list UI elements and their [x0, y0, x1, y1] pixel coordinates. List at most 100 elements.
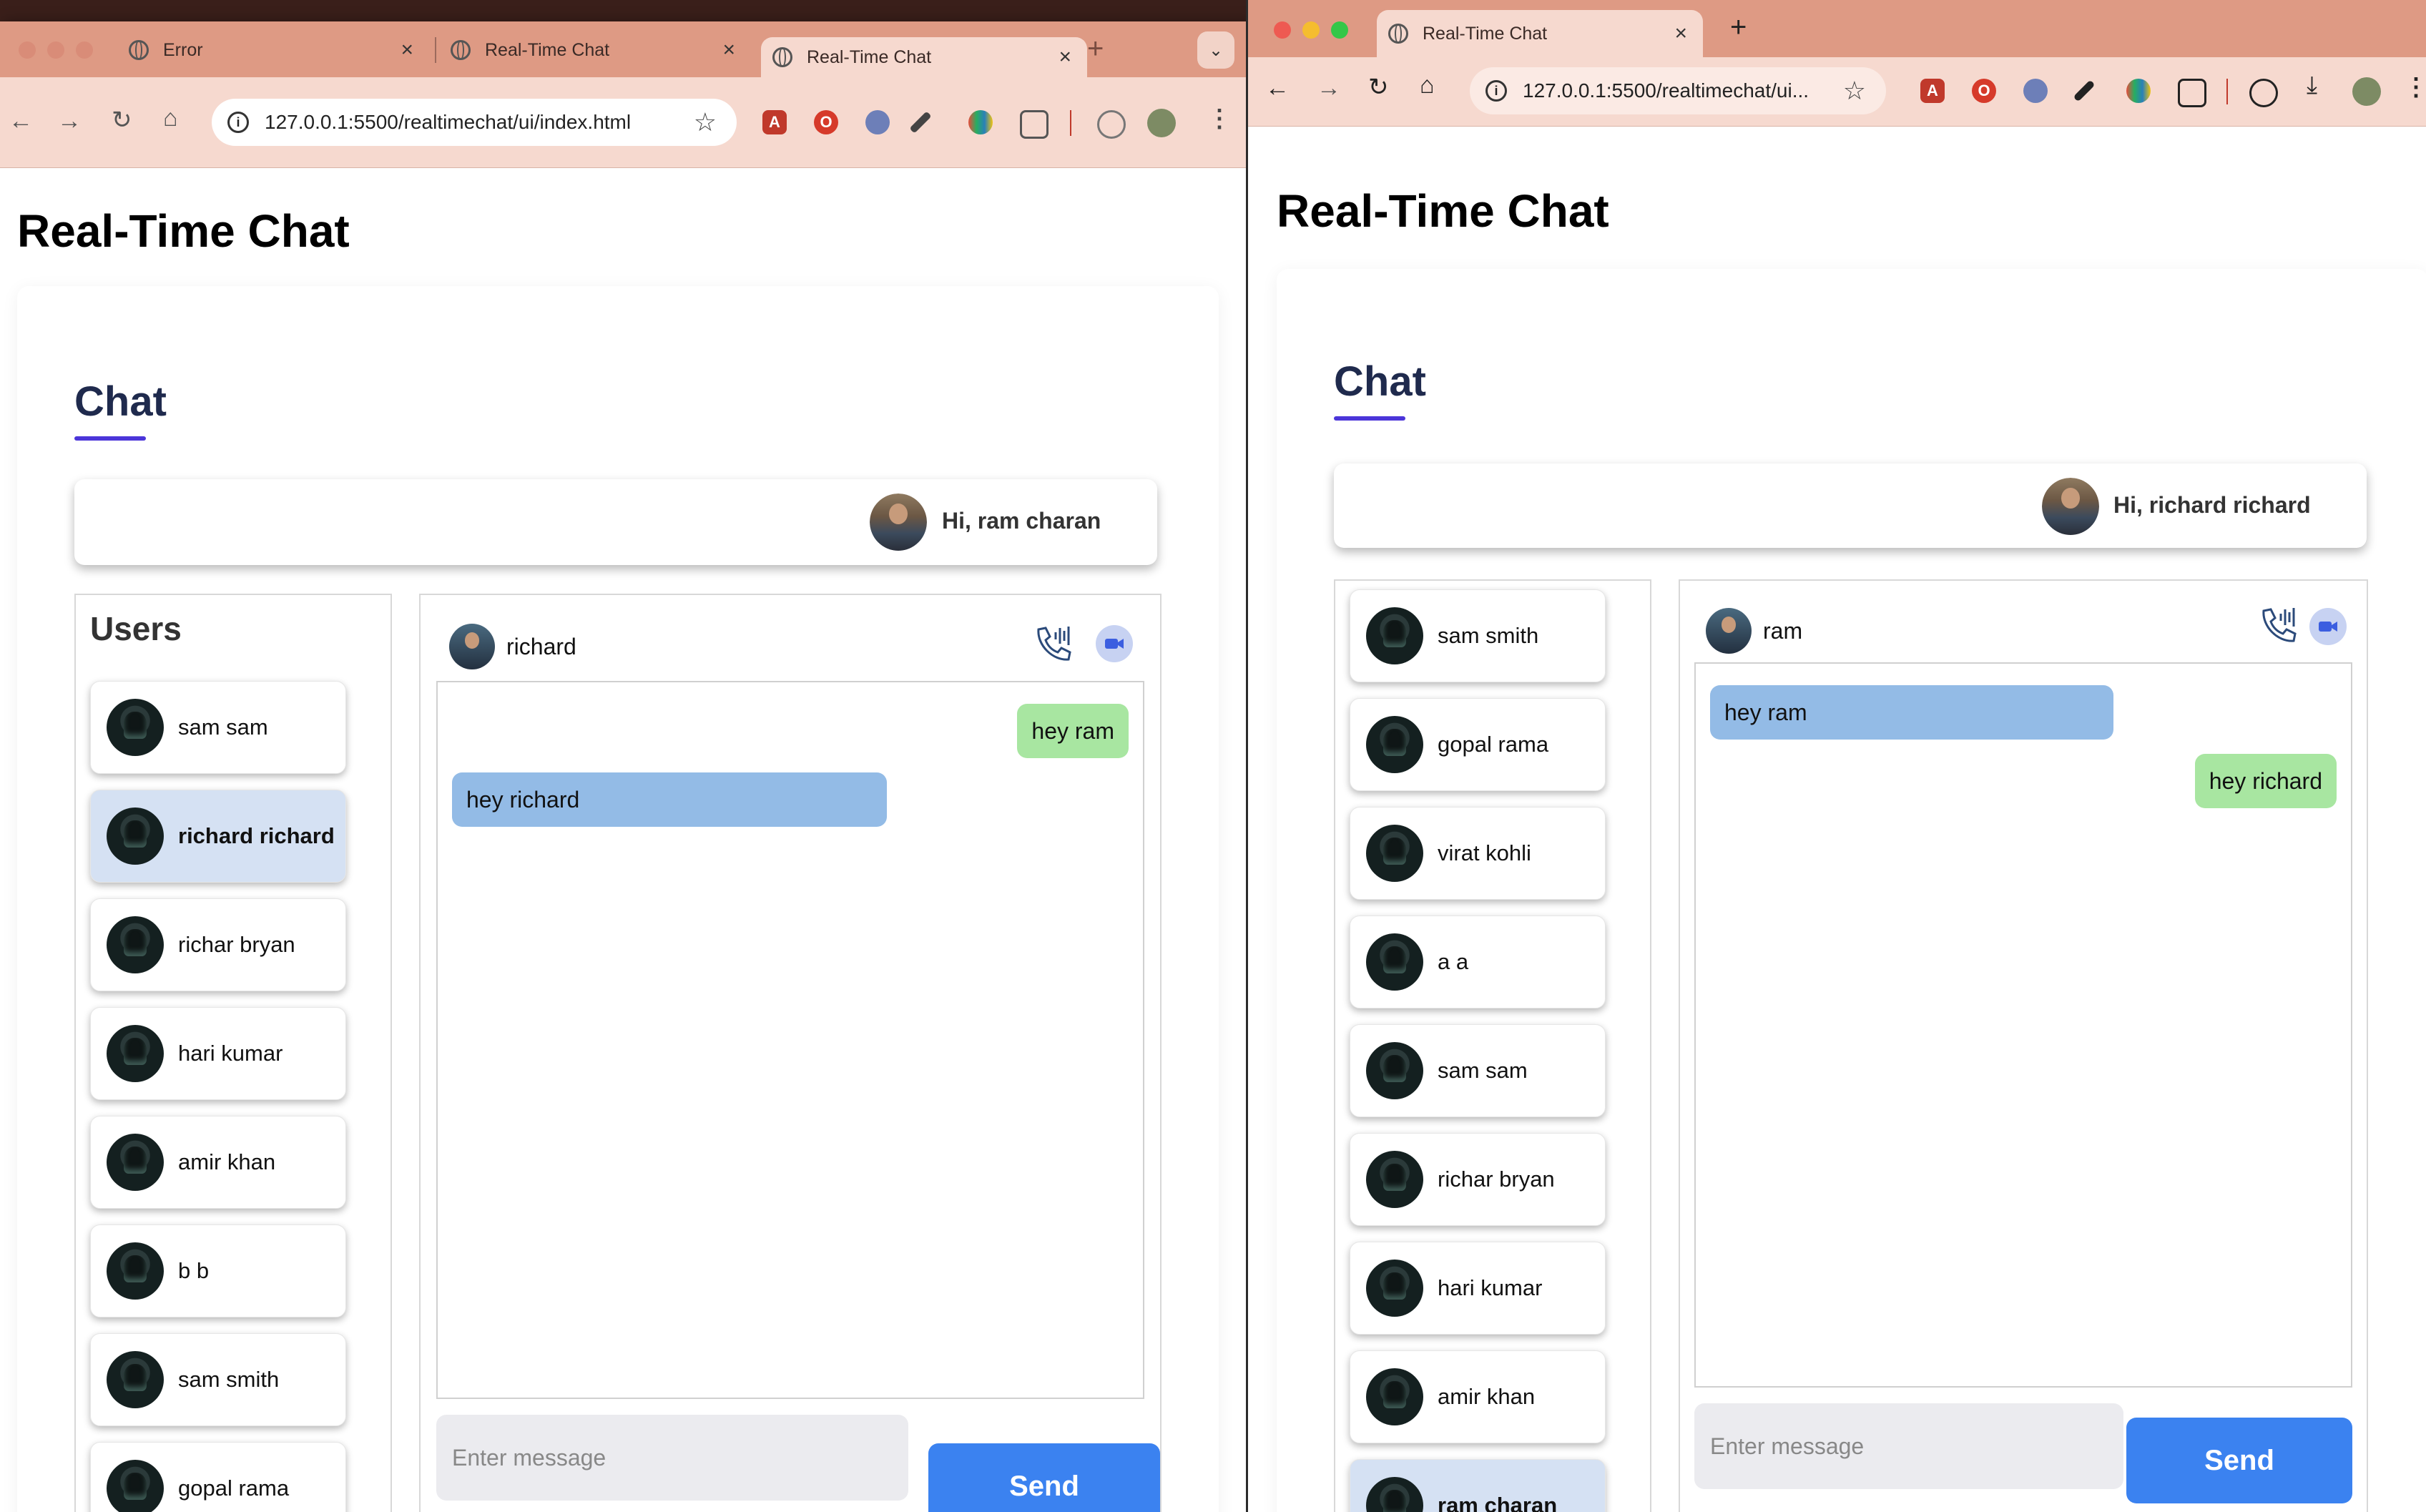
voice-call-icon[interactable] — [1031, 624, 1073, 665]
tab-real-time-chat-active[interactable]: Real-Time Chat × — [761, 37, 1087, 77]
new-tab-button[interactable]: + — [1087, 33, 1104, 65]
user-list-item[interactable]: amir khan — [90, 1116, 346, 1209]
user-avatar — [1366, 1151, 1423, 1208]
user-list-item[interactable]: richard richard — [90, 790, 346, 883]
message-input[interactable]: Enter message — [1694, 1403, 2123, 1489]
user-list-item[interactable]: hari kumar — [1350, 1242, 1606, 1335]
extensions-puzzle-icon[interactable] — [1020, 110, 1049, 139]
close-icon[interactable]: × — [1674, 21, 1687, 46]
user-list-item[interactable]: richar bryan — [90, 898, 346, 991]
opera-extension-icon[interactable]: O — [814, 110, 838, 134]
opera-extension-icon[interactable]: O — [1972, 79, 1996, 103]
message-input[interactable]: Enter message — [436, 1415, 908, 1501]
site-info-icon[interactable]: i — [1485, 80, 1507, 102]
address-bar[interactable]: i 127.0.0.1:5500/realtimechat/ui... ☆ — [1470, 67, 1886, 114]
close-icon[interactable]: × — [401, 38, 413, 62]
bookmark-star-icon[interactable]: ☆ — [694, 107, 717, 137]
site-info-icon[interactable]: i — [227, 112, 249, 133]
menu-icon[interactable]: ⋮ — [2404, 73, 2426, 102]
user-list-item[interactable]: b b — [90, 1224, 346, 1317]
performance-icon[interactable] — [2249, 79, 2278, 107]
new-tab-button[interactable]: + — [1730, 11, 1747, 44]
window-controls — [1274, 21, 1348, 39]
user-list-item[interactable]: gopal rama — [90, 1442, 346, 1512]
user-avatar — [107, 1460, 164, 1512]
home-icon[interactable]: ⌂ — [163, 104, 178, 132]
eyedropper-extension-icon[interactable] — [909, 111, 932, 134]
send-button[interactable]: Send — [2126, 1418, 2352, 1503]
performance-icon[interactable] — [1097, 110, 1126, 139]
tab-search-dropdown[interactable]: ⌄ — [1197, 31, 1234, 69]
user-avatar — [107, 1134, 164, 1191]
profile-avatar-icon[interactable] — [1147, 109, 1176, 137]
user-list-item[interactable]: hari kumar — [90, 1007, 346, 1100]
pinwheel-extension-icon[interactable] — [2126, 79, 2151, 103]
forward-icon[interactable]: → — [57, 107, 82, 135]
send-button[interactable]: Send — [928, 1443, 1160, 1512]
reload-icon[interactable]: ↻ — [1368, 73, 1389, 102]
video-call-icon[interactable] — [2309, 608, 2347, 645]
current-user-avatar — [870, 494, 927, 551]
user-list-item[interactable]: sam smith — [90, 1333, 346, 1426]
page-title: Real-Time Chat — [17, 205, 350, 257]
user-name: sam smith — [178, 1367, 280, 1392]
user-list-item[interactable]: richar bryan — [1350, 1133, 1606, 1226]
toolbar-divider — [1070, 110, 1071, 136]
user-name: hari kumar — [1438, 1275, 1543, 1300]
user-list-item[interactable]: gopal rama — [1350, 698, 1606, 791]
profile-avatar-icon[interactable] — [2352, 77, 2381, 106]
close-icon[interactable]: × — [722, 38, 735, 62]
chat-heading: Chat — [74, 378, 167, 425]
download-icon[interactable]: ⤓ — [2307, 72, 2317, 99]
reload-icon[interactable]: ↻ — [112, 106, 132, 134]
video-call-icon[interactable] — [1096, 625, 1133, 662]
eyedropper-extension-icon[interactable] — [2073, 79, 2096, 102]
close-window-button[interactable] — [1274, 21, 1291, 39]
tab-real-time-chat[interactable]: Real-Time Chat × — [451, 30, 751, 70]
minimize-window-button[interactable] — [47, 41, 64, 59]
menu-icon[interactable]: ⋮ — [1207, 104, 1232, 133]
close-window-button[interactable] — [19, 41, 36, 59]
greeting-text: Hi, ram charan — [942, 508, 1101, 534]
user-name: gopal rama — [178, 1476, 290, 1501]
back-icon[interactable]: ← — [1265, 74, 1290, 102]
globe-icon — [772, 47, 792, 67]
zoom-window-button[interactable] — [1331, 21, 1348, 39]
globe-extension-icon[interactable] — [865, 110, 890, 134]
address-bar[interactable]: i 127.0.0.1:5500/realtimechat/ui/index.h… — [212, 99, 737, 146]
user-avatar — [107, 1351, 164, 1408]
user-list-item[interactable]: sam sam — [90, 681, 346, 774]
user-list-item[interactable]: a a — [1350, 915, 1606, 1008]
minimize-window-button[interactable] — [1302, 21, 1320, 39]
user-avatar — [1366, 1368, 1423, 1425]
home-icon[interactable]: ⌂ — [1420, 72, 1435, 99]
zoom-window-button[interactable] — [76, 41, 93, 59]
tab-real-time-chat-active[interactable]: Real-Time Chat × — [1377, 10, 1703, 57]
message-area: hey ram hey richard — [1694, 662, 2352, 1388]
globe-icon — [451, 40, 471, 60]
url-text: 127.0.0.1:5500/realtimechat/ui... — [1523, 79, 1809, 102]
user-avatar — [1366, 825, 1423, 882]
user-list-item[interactable]: virat kohli — [1350, 807, 1606, 900]
user-list-item[interactable]: amir khan — [1350, 1350, 1606, 1443]
bookmark-star-icon[interactable]: ☆ — [1843, 76, 1866, 106]
url-text: 127.0.0.1:5500/realtimechat/ui/index.htm… — [265, 111, 632, 133]
user-list-item[interactable]: sam sam — [1350, 1024, 1606, 1117]
globe-extension-icon[interactable] — [2023, 79, 2048, 103]
user-name: gopal rama — [1438, 732, 1549, 757]
user-list-item[interactable]: ram charan — [1350, 1459, 1606, 1512]
close-icon[interactable]: × — [1059, 45, 1071, 69]
forward-icon[interactable]: → — [1317, 74, 1341, 102]
back-icon[interactable]: ← — [9, 107, 33, 135]
voice-call-icon[interactable] — [2256, 605, 2298, 647]
globe-icon — [129, 40, 149, 60]
user-avatar — [107, 1025, 164, 1082]
chat-panel: ram hey ram hey richard Enter message Se… — [1679, 579, 2368, 1512]
pdf-extension-icon[interactable]: A — [1920, 79, 1945, 103]
pinwheel-extension-icon[interactable] — [968, 110, 993, 134]
message-bubble-sent: hey ram — [1017, 704, 1129, 758]
extensions-puzzle-icon[interactable] — [2178, 79, 2206, 107]
user-list-item[interactable]: sam smith — [1350, 589, 1606, 682]
tab-error[interactable]: Error × — [129, 30, 429, 70]
pdf-extension-icon[interactable]: A — [762, 110, 787, 134]
